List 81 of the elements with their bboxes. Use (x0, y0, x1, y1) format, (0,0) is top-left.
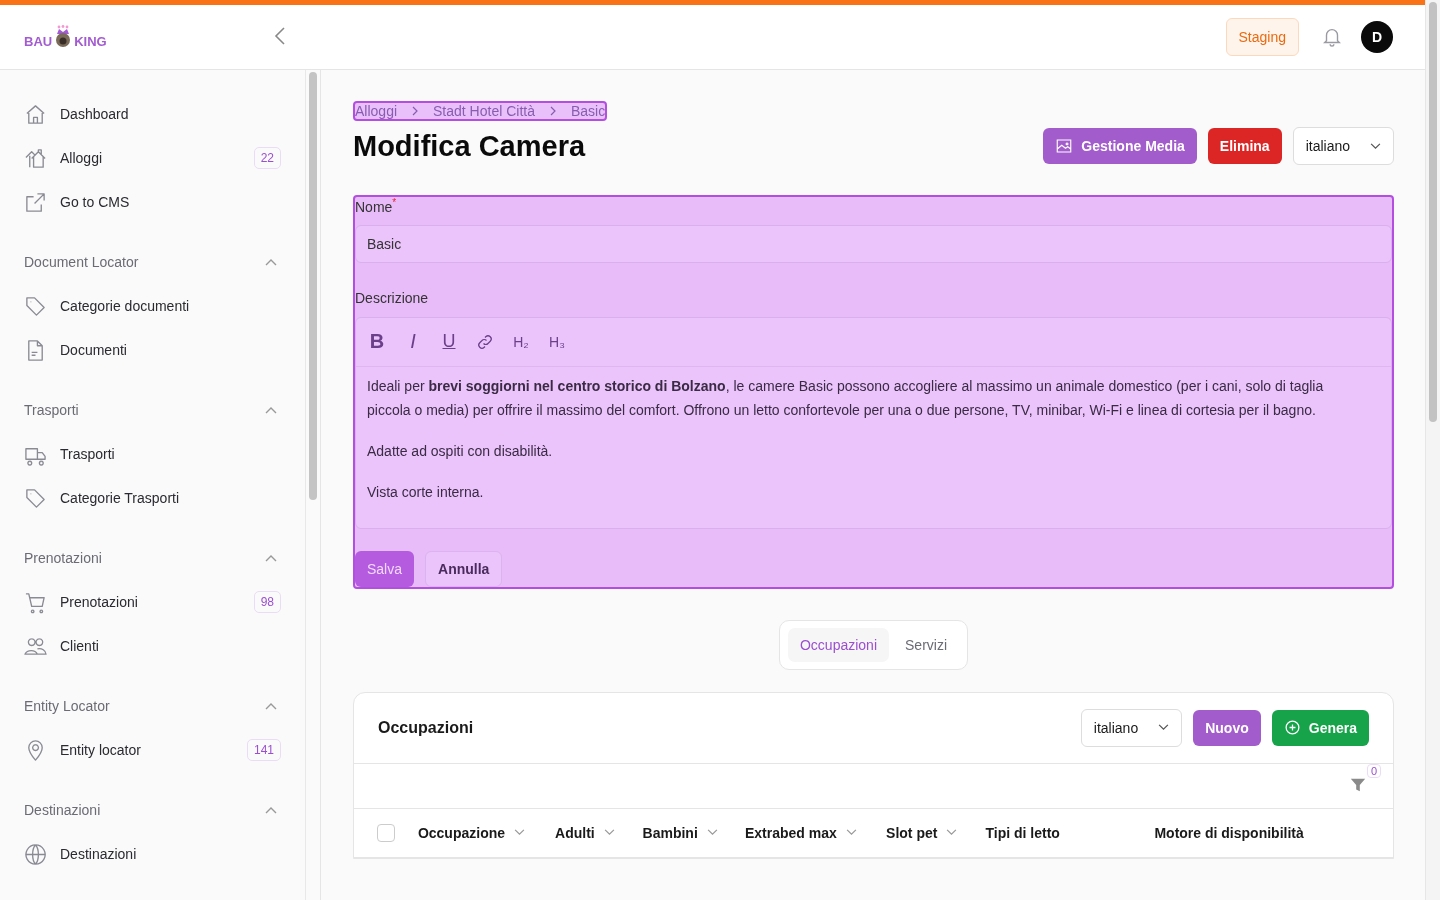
user-avatar[interactable]: D (1361, 21, 1393, 53)
cart-icon (24, 590, 47, 614)
description-paragraph: Vista corte interna. (367, 482, 485, 502)
sidebar-item[interactable]: Entity locator 141 (24, 728, 281, 772)
sort-icon[interactable] (514, 829, 526, 837)
language-select[interactable]: italiano (1080, 708, 1183, 747)
sort-icon[interactable] (706, 829, 718, 837)
column-header[interactable]: Occupazione (417, 824, 506, 841)
sort-icon[interactable] (845, 829, 857, 837)
chevron-icon (548, 105, 557, 117)
field-label: Nome$^{*}$ (355, 197, 398, 215)
sidebar-item[interactable]: Categorie Trasporti (24, 476, 281, 520)
count-badge: 141 (246, 739, 281, 761)
sidebar-item[interactable]: Trasporti (24, 432, 281, 476)
sidebar-item[interactable]: Documenti (24, 328, 281, 372)
chevron-icon[interactable] (265, 702, 277, 710)
tag-icon (24, 486, 47, 510)
external-icon (24, 190, 47, 214)
logo-text: BAU (24, 34, 53, 49)
sidebar-item[interactable]: Clienti (24, 624, 281, 668)
column-header[interactable]: Motore di disponibilità (1154, 824, 1304, 841)
count-badge: 98 (253, 591, 281, 613)
sort-icon[interactable] (603, 829, 615, 837)
link-icon[interactable] (476, 332, 494, 351)
globe-icon (24, 842, 47, 866)
scrollbar-thumb[interactable] (309, 72, 317, 500)
description-paragraph: Adatte ad ospiti con disabilità. (367, 441, 554, 461)
chevron-icon[interactable] (265, 406, 277, 414)
sidebar-item[interactable]: Alloggi 22 (24, 136, 281, 180)
notifications-icon[interactable] (1321, 26, 1343, 48)
section-header[interactable]: Entity Locator (24, 684, 281, 728)
column-header[interactable]: Adulti (555, 824, 595, 841)
chevron-icon (411, 105, 420, 117)
logo-text: KING (74, 34, 107, 49)
sidebar-item[interactable]: Destinazioni (24, 832, 281, 876)
chevron-icon[interactable] (265, 554, 277, 562)
media-button[interactable]: Gestione Media (1043, 128, 1197, 164)
column-header[interactable]: Extrabed max (744, 824, 837, 841)
field-label: Descrizione (355, 289, 430, 306)
section-header[interactable]: Destinazioni (24, 788, 281, 832)
sidebar-item[interactable]: Dashboard (24, 92, 281, 136)
name-field[interactable]: Basic (355, 224, 1392, 263)
rich-text-editor[interactable] (355, 316, 1392, 529)
homes-icon (24, 146, 47, 170)
chevron-down-icon (1370, 142, 1381, 150)
underline-button[interactable]: U (434, 325, 464, 358)
chevron-down-icon (1158, 724, 1170, 732)
italic-button[interactable]: I (398, 325, 428, 358)
cancel-button[interactable]: Annulla (425, 550, 503, 587)
select-all-checkbox[interactable] (377, 823, 395, 842)
sidebar-item[interactable]: Categorie documenti (24, 284, 281, 328)
sort-icon[interactable] (946, 829, 958, 837)
heading-button[interactable]: H₃ (542, 325, 572, 358)
description-paragraph: Ideali per brevi soggiorni nel centro storico di Bolzano, le camere Basic possono accogliere al massimo un animale domestico (per i cani, solo di taglia piccola o media) per offrire il massimo del comfort. Offrono un letto confortevole per una o due persone, TV, minibar, Wi-Fi e linea di cortesia per il bagno. (367, 376, 1325, 420)
image-icon (1055, 137, 1074, 155)
sidebar-item[interactable]: Go to CMS (24, 180, 281, 224)
new-button[interactable]: Nuovo (1193, 709, 1261, 746)
tab[interactable]: Servizi (893, 627, 960, 662)
count-badge: 22 (253, 147, 281, 169)
section-header[interactable]: Trasporti (24, 388, 281, 432)
column-header[interactable]: Slot pet (886, 824, 938, 841)
environment-badge: Staging (1225, 18, 1299, 56)
tab[interactable]: Occupazioni (787, 627, 889, 662)
language-select[interactable]: italiano (1292, 127, 1394, 165)
home-icon (24, 102, 47, 126)
delete-button[interactable]: Elimina (1207, 128, 1282, 164)
panel-title: Occupazioni (378, 718, 474, 737)
bold-button[interactable]: B (362, 325, 392, 358)
scrollbar-thumb[interactable] (1429, 2, 1437, 422)
column-header[interactable]: Tipi di letto (985, 824, 1060, 841)
column-header[interactable]: Bambini (642, 824, 698, 841)
sidebar-item[interactable]: Prenotazioni 98 (24, 580, 281, 624)
tag-icon (24, 294, 47, 318)
collapse-sidebar-icon[interactable] (274, 25, 286, 46)
page-title: Modifica Camera (353, 129, 586, 163)
chevron-icon[interactable] (265, 806, 277, 814)
plus-circle-icon (1283, 719, 1301, 737)
heading-button[interactable]: H₂ (506, 325, 536, 358)
section-header[interactable]: Prenotazioni (24, 536, 281, 580)
section-header[interactable]: Document Locator (24, 240, 281, 284)
chevron-icon[interactable] (265, 258, 277, 266)
